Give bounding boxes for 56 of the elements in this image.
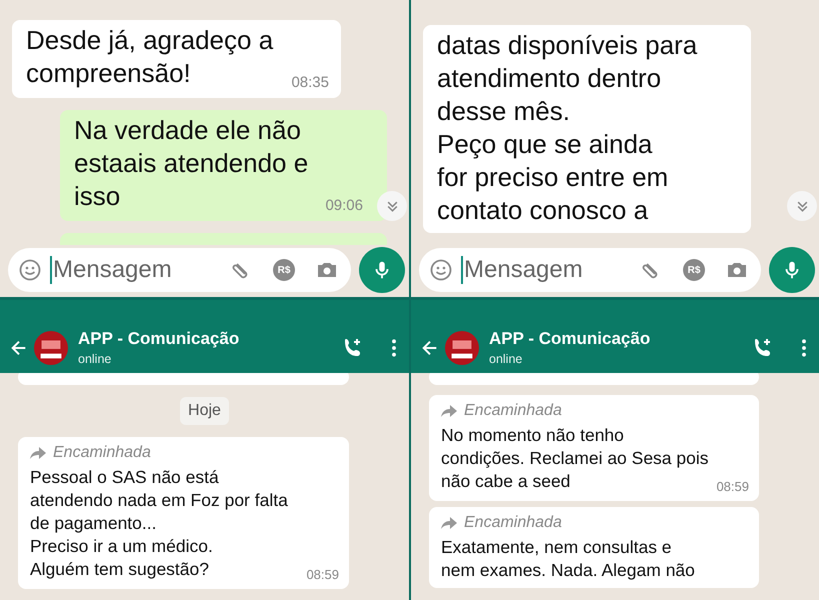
message-text: Peço que se ainda (437, 128, 652, 161)
message-text: Desde já, agradeço a (26, 24, 274, 57)
message-text: Pessoal o SAS não está (30, 466, 219, 489)
contact-name: APP - Comunicação (489, 329, 652, 349)
message-text: contato conosco a (437, 194, 648, 227)
contact-status: online (78, 352, 112, 366)
microphone-button[interactable] (359, 247, 405, 293)
message-text: isso (74, 180, 120, 213)
message-time: 09:06 (325, 197, 363, 215)
message-text: condições. Reclamei ao Sesa pois (441, 447, 709, 470)
menu-icon[interactable] (801, 338, 807, 358)
message-text: Na verdade ele não (74, 114, 301, 147)
menu-icon[interactable] (391, 338, 397, 358)
forwarded-label: Encaminhada (464, 513, 562, 533)
message-text: atendendo nada em Foz por falta (30, 489, 288, 512)
back-arrow-icon[interactable] (421, 338, 439, 356)
emoji-icon[interactable] (429, 258, 453, 282)
message-text: compreensão! (26, 57, 191, 90)
message-text: for preciso entre em (437, 161, 668, 194)
contact-name: APP - Comunicação (78, 329, 240, 349)
forwarded-label: Encaminhada (464, 401, 562, 421)
message-placeholder: Mensagem (464, 256, 584, 284)
emoji-icon[interactable] (18, 258, 42, 282)
message-text: Exatamente, nem consultas e (441, 536, 672, 559)
message-text: estaais atendendo e (74, 147, 308, 180)
message-text: não cabe a seed (441, 470, 570, 493)
avatar-icon[interactable] (445, 330, 479, 364)
message-text: Preciso ir a um médico. (30, 535, 213, 558)
scroll-down-button[interactable] (377, 191, 407, 221)
date-chip: Hoje (180, 397, 229, 425)
forwarded-label: Encaminhada (53, 443, 151, 463)
message-time: 08:59 (716, 479, 749, 495)
message-field[interactable]: Mensagem R$ (419, 248, 761, 292)
double-chevron-icon (386, 200, 398, 212)
message-text: desse mês. (437, 95, 570, 128)
payment-button[interactable]: R$ (683, 259, 705, 281)
message-time: 08:35 (291, 74, 329, 92)
message-text: Alguém tem sugestão? (30, 558, 209, 581)
message-time: 08:59 (306, 567, 339, 583)
microphone-button[interactable] (769, 247, 815, 293)
forward-arrow-icon (441, 404, 457, 416)
forward-arrow-icon (30, 446, 46, 458)
message-text: de pagamento... (30, 512, 156, 535)
double-chevron-icon (796, 200, 808, 212)
contact-status: online (489, 352, 524, 366)
payment-button[interactable]: R$ (273, 259, 295, 281)
message-text: atendimento dentro (437, 62, 662, 95)
avatar-icon[interactable] (34, 330, 68, 364)
scroll-down-button[interactable] (787, 191, 817, 221)
message-text: datas disponíveis para (437, 29, 698, 62)
back-arrow-icon[interactable] (10, 338, 28, 356)
message-text: No momento não tenho (441, 424, 624, 447)
message-placeholder: Mensagem (53, 256, 173, 284)
message-field[interactable]: Mensagem R$ (8, 248, 351, 292)
message-text: nem exames. Nada. Alegam não (441, 559, 695, 582)
forward-arrow-icon (441, 516, 457, 528)
